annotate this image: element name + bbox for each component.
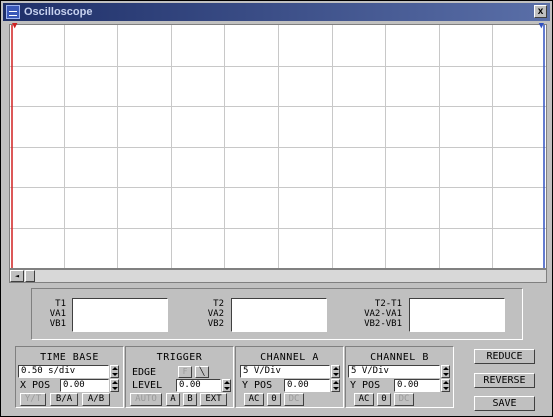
channel-a-scale-spinner-icon[interactable]: [331, 365, 340, 378]
channel-a-group: CHANNEL A 5 V/Div Y POS 0.00 AC 0 DC: [235, 346, 344, 408]
channel-a-dc-button[interactable]: DC: [284, 393, 304, 406]
channel-b-title: CHANNEL B: [370, 352, 429, 363]
level-label: LEVEL: [132, 380, 163, 391]
channel-b-group: CHANNEL B 5 V/Div Y POS 0.00 AC 0 DC: [345, 346, 454, 408]
trigger-ext-button[interactable]: EXT: [200, 393, 227, 406]
time-base-group: TIME BASE 0.50 s/div X POS 0.00 Y/T B/A …: [15, 346, 124, 408]
trigger-a-button[interactable]: A: [166, 393, 180, 406]
time-base-scale-field[interactable]: 0.50 s/div: [18, 365, 109, 378]
cursor-1-marker-icon[interactable]: ▼: [12, 22, 17, 31]
readout-labels-2: T2 VA2 VB2: [192, 299, 224, 329]
yt-button[interactable]: Y/T: [20, 393, 46, 406]
label-vb2-vb1: VB2-VB1: [364, 319, 402, 329]
channel-b-scale-field[interactable]: 5 V/Div: [348, 365, 440, 378]
channel-b-zero-button[interactable]: 0: [377, 393, 391, 406]
reverse-button[interactable]: REVERSE: [474, 373, 535, 388]
channel-a-ypos-label: Y POS: [242, 380, 273, 391]
scroll-thumb[interactable]: [25, 270, 35, 282]
xpos-field[interactable]: 0.00: [60, 379, 109, 392]
cursor-2-marker-icon[interactable]: ▼: [539, 22, 544, 31]
label-va2-va1: VA2-VA1: [364, 309, 402, 319]
channel-b-ypos-spinner-icon[interactable]: [441, 379, 450, 392]
channel-b-ypos-label: Y POS: [350, 380, 381, 391]
channel-b-ac-button[interactable]: AC: [354, 393, 374, 406]
channel-b-scale-spinner-icon[interactable]: [441, 365, 450, 378]
screen-grid: [10, 25, 546, 268]
time-base-scale-spinner-icon[interactable]: [110, 365, 119, 378]
channel-a-ypos-spinner-icon[interactable]: [331, 379, 340, 392]
close-button[interactable]: x: [534, 5, 547, 18]
title-bar[interactable]: Oscilloscope x: [3, 3, 550, 21]
channel-a-zero-button[interactable]: 0: [267, 393, 281, 406]
window-title: Oscilloscope: [24, 6, 93, 18]
label-vb2: VB2: [207, 319, 224, 329]
save-button[interactable]: SAVE: [474, 396, 535, 411]
edge-label: EDGE: [132, 367, 157, 378]
trigger-group: TRIGGER EDGE F ╲ LEVEL 0.00 AUTO A B EXT: [125, 346, 234, 408]
channel-b-dc-button[interactable]: DC: [394, 393, 414, 406]
channel-b-ypos-field[interactable]: 0.00: [394, 379, 440, 392]
trigger-b-button[interactable]: B: [183, 393, 197, 406]
scroll-left-arrow-icon[interactable]: ◄: [10, 270, 24, 282]
trigger-auto-button[interactable]: AUTO: [130, 393, 162, 406]
readout-panel: T1 VA1 VB1 T2 VA2 VB2 T2-T1 VA2-VA1 VB2-…: [31, 288, 523, 340]
edge-rising-button[interactable]: ╲: [195, 366, 209, 378]
level-spinner-icon[interactable]: [222, 379, 231, 392]
readout-labels-1: T1 VA1 VB1: [40, 299, 66, 329]
time-base-title: TIME BASE: [40, 352, 99, 363]
readout-box-3: [409, 298, 505, 332]
label-t1: T1: [55, 299, 66, 309]
trigger-title: TRIGGER: [156, 352, 203, 363]
label-t2: T2: [213, 299, 224, 309]
horizontal-scrollbar[interactable]: ◄: [9, 269, 547, 283]
reduce-button[interactable]: REDUCE: [474, 349, 535, 364]
oscilloscope-screen[interactable]: ▼ ▼: [9, 22, 547, 269]
ab-button[interactable]: A/B: [82, 393, 110, 406]
ba-button[interactable]: B/A: [50, 393, 78, 406]
readout-box-1: [72, 298, 168, 332]
label-vb1: VB1: [49, 319, 66, 329]
label-va1: VA1: [49, 309, 66, 319]
xpos-spinner-icon[interactable]: [110, 379, 119, 392]
readout-labels-3: T2-T1 VA2-VA1 VB2-VB1: [338, 299, 402, 329]
label-t2-t1: T2-T1: [374, 299, 402, 309]
oscilloscope-app-icon: [6, 5, 20, 19]
oscilloscope-window: Oscilloscope x ▼ ▼ ◄ T1 VA1 VB1 T2 VA2 V…: [0, 0, 553, 417]
xpos-label: X POS: [20, 380, 51, 391]
channel-a-ac-button[interactable]: AC: [244, 393, 264, 406]
edge-falling-button[interactable]: F: [178, 366, 192, 378]
channel-a-scale-field[interactable]: 5 V/Div: [240, 365, 330, 378]
channel-a-ypos-field[interactable]: 0.00: [284, 379, 330, 392]
channel-a-title: CHANNEL A: [260, 352, 319, 363]
readout-box-2: [231, 298, 327, 332]
level-field[interactable]: 0.00: [176, 379, 221, 392]
label-va2: VA2: [207, 309, 224, 319]
